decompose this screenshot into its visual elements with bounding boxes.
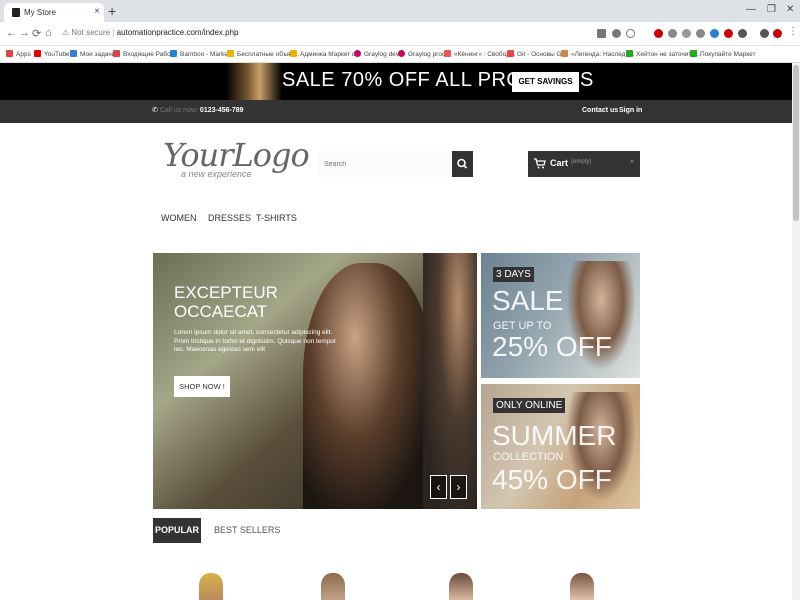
extension-icon[interactable] xyxy=(668,29,677,38)
profile-icon[interactable] xyxy=(773,29,782,38)
reload-icon[interactable]: ⟳ xyxy=(32,27,41,40)
cart-label: Cart xyxy=(550,158,569,168)
product-image[interactable] xyxy=(449,573,473,600)
cart-button[interactable]: Cart (empty) » xyxy=(528,151,640,177)
slider-prev-button[interactable]: ‹ xyxy=(430,475,447,499)
bookmark-item[interactable]: Покупайте Маркет xyxy=(690,50,756,58)
product-image[interactable] xyxy=(199,573,223,600)
search-icon xyxy=(457,158,468,169)
maximize-button[interactable]: ❐ xyxy=(767,4,776,15)
close-window-button[interactable]: ✕ xyxy=(786,4,794,15)
back-icon[interactable]: ← xyxy=(6,27,17,39)
cart-count: (empty) xyxy=(571,159,592,165)
bookmarks-bar: Apps YouTube Мои задачи Входящие Работа … xyxy=(0,46,800,63)
menu-kebab-icon[interactable]: ⋮ xyxy=(788,26,798,37)
extensions-puzzle-icon[interactable] xyxy=(760,29,769,38)
browser-tab-bar: My Store × + — ❐ ✕ xyxy=(0,0,800,22)
extension-icon[interactable] xyxy=(738,29,747,38)
shop-now-button[interactable]: SHOP NOW ! xyxy=(174,376,230,397)
slider-next-button[interactable]: › xyxy=(450,475,467,499)
menu-item-women[interactable]: WOMEN xyxy=(161,213,197,223)
banner-summer[interactable]: ONLY ONLINE SUMMER COLLECTION 45% OFF xyxy=(481,384,640,509)
cart-chevron-icon: » xyxy=(630,158,634,165)
bookmark-item[interactable]: YouTube xyxy=(34,50,70,58)
extension-icon[interactable] xyxy=(696,29,705,38)
promo-banner[interactable]: SALE 70% OFF ALL PRODUCTS GET SAVINGS NO… xyxy=(0,63,800,106)
url-text: automationpractice.com/index.php xyxy=(116,28,239,37)
minimize-button[interactable]: — xyxy=(746,4,756,15)
tab-title: My Store xyxy=(24,8,57,17)
banner-discount: 25% OFF xyxy=(492,331,612,362)
get-savings-button[interactable]: GET SAVINGS NOW xyxy=(512,72,579,106)
contact-us-link[interactable]: Contact us xyxy=(582,107,618,114)
slider-title: EXCEPTEUR OCCAECAT xyxy=(174,283,278,321)
banner-headline: SALE xyxy=(492,285,564,316)
menu-item-tshirts[interactable]: T-SHIRTS xyxy=(256,213,297,223)
bookmark-item[interactable]: Git - Основы Git xyxy=(507,50,565,58)
scrollbar-thumb[interactable] xyxy=(793,65,799,221)
logo-tagline: a new experience xyxy=(181,169,252,179)
translate-icon[interactable] xyxy=(597,29,606,38)
block-icon[interactable] xyxy=(612,29,621,38)
bookmark-item[interactable]: «Кёнинг» : Свобод... xyxy=(444,50,515,58)
bookmark-item[interactable]: Apps xyxy=(6,50,31,58)
banner-tag: ONLY ONLINE xyxy=(493,398,566,413)
banner-subline: COLLECTION xyxy=(493,451,564,463)
slider-controls: ‹ › xyxy=(430,475,470,499)
product-image[interactable] xyxy=(570,573,594,600)
bookmark-item[interactable]: Админка Маркет d... xyxy=(290,50,361,58)
slider-description: Lorem ipsum dolor sit amet, consectetur … xyxy=(174,329,337,353)
bookmark-item[interactable]: Bamboo - Market xyxy=(170,50,230,58)
bookmark-item[interactable]: Мои задачи xyxy=(70,50,115,58)
close-tab-icon[interactable]: × xyxy=(94,6,100,17)
opera-icon[interactable] xyxy=(724,29,733,38)
bookmark-item[interactable]: Бесплатные объяв... xyxy=(227,50,299,58)
phone-number: 0123-456-789 xyxy=(199,107,244,114)
search-button[interactable] xyxy=(452,151,473,177)
banner-sale[interactable]: 3 DAYS SALE GET UP TO 25% OFF xyxy=(481,253,640,378)
forward-icon[interactable]: → xyxy=(19,27,30,39)
bookmark-item[interactable]: Graylog dev xyxy=(354,50,399,58)
url-field[interactable]: ⚠ Not secure | automationpractice.com/in… xyxy=(62,28,239,37)
promo-image xyxy=(226,63,282,100)
security-label: Not secure xyxy=(71,28,111,37)
bookmark-item[interactable]: «Легенда: Наследн... xyxy=(561,50,635,58)
star-icon[interactable] xyxy=(626,29,635,38)
banner-discount: 45% OFF xyxy=(492,464,612,495)
slider-image-man xyxy=(423,253,477,509)
browser-tab[interactable]: My Store × xyxy=(4,3,104,22)
homepage-slider: EXCEPTEUR OCCAECAT Lorem ipsum dolor sit… xyxy=(153,253,477,509)
site-logo[interactable]: YourLogo a new experience xyxy=(163,136,310,179)
tab-best-sellers[interactable]: BEST SELLERS xyxy=(214,525,280,535)
cart-icon xyxy=(534,158,546,169)
bookmark-item[interactable]: Graylog prod xyxy=(398,50,446,58)
new-tab-button[interactable]: + xyxy=(108,3,116,19)
bookmark-item[interactable]: Входящие Работа xyxy=(113,50,177,58)
banner-tag: 3 DAYS xyxy=(493,267,534,282)
search-input[interactable] xyxy=(318,151,452,177)
header-info-bar: ✆ Call us now: 0123-456-789 Contact us S… xyxy=(0,100,800,123)
favicon-icon xyxy=(12,8,20,17)
banner-headline: SUMMER xyxy=(492,420,617,451)
opera-icon[interactable] xyxy=(654,29,663,38)
sign-in-link[interactable]: Sign in xyxy=(619,107,642,114)
product-image[interactable] xyxy=(321,573,345,600)
page-scrollbar[interactable] xyxy=(792,63,800,600)
menu-item-dresses[interactable]: DRESSES xyxy=(208,213,251,223)
extension-icon[interactable] xyxy=(710,29,719,38)
phone-icon: ✆ xyxy=(152,107,158,114)
address-bar-row: ← → ⟳ ⌂ ⚠ Not secure | automationpractic… xyxy=(0,22,800,46)
home-icon[interactable]: ⌂ xyxy=(45,27,52,39)
extension-icon[interactable] xyxy=(682,29,691,38)
phone-info: ✆ Call us now: 0123-456-789 xyxy=(152,107,244,114)
tab-popular[interactable]: POPULAR xyxy=(153,518,201,543)
